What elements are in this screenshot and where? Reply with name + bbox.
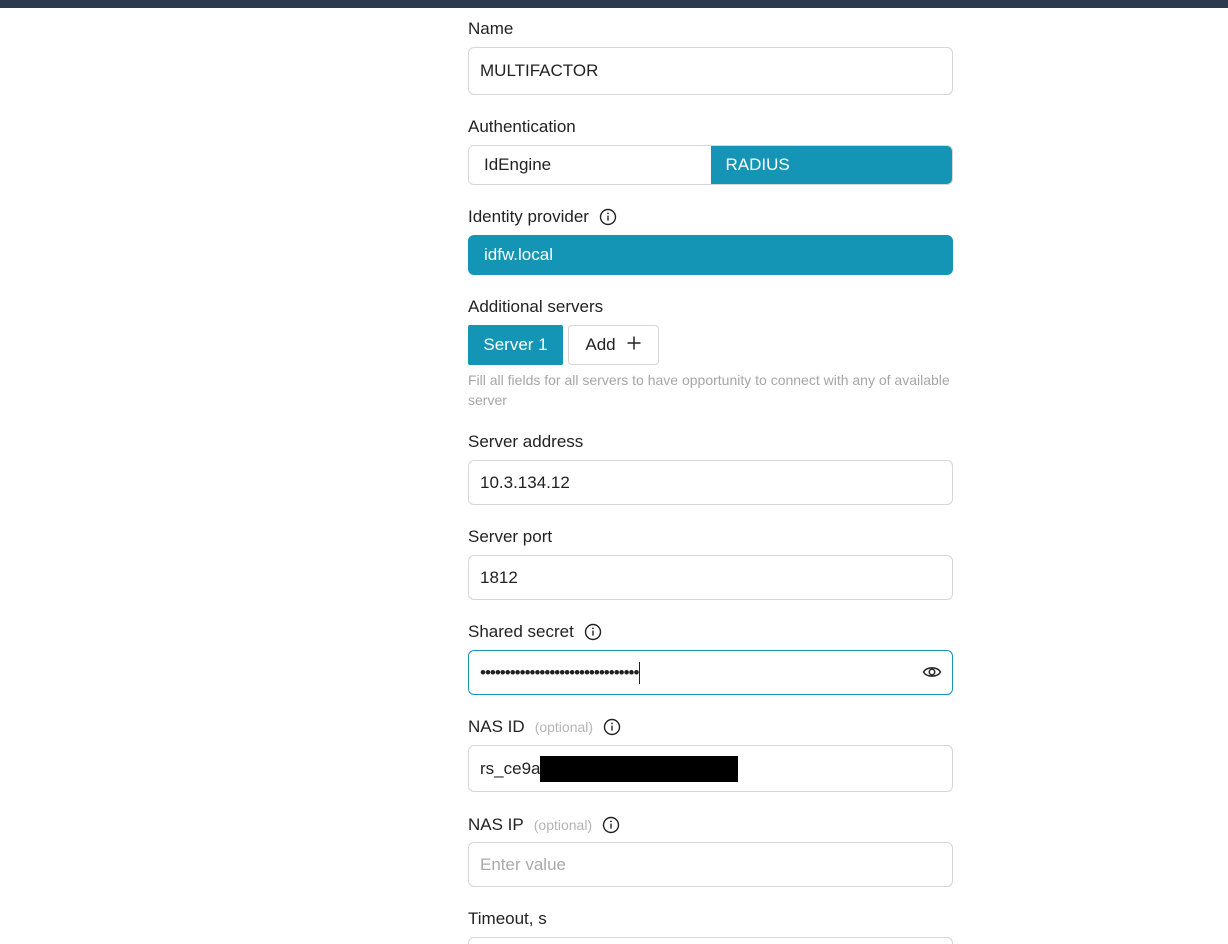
info-icon[interactable] [599,208,617,226]
server-address-input[interactable]: 10.3.134.12 [468,460,953,505]
timeout-label: Timeout, s [468,909,547,928]
shared-secret-label: Shared secret [468,622,602,642]
server-port-input[interactable]: 1812 [468,555,953,600]
server-tab-1[interactable]: Server 1 [468,325,563,365]
nas-id-input[interactable]: rs_ce9a [468,745,953,792]
server-port-label: Server port [468,527,553,546]
authentication-label: Authentication [468,117,576,136]
info-icon[interactable] [602,816,620,834]
timeout-input[interactable] [468,937,953,944]
identity-provider-select[interactable]: idfw.local [468,235,953,275]
server-address-label: Server address [468,432,584,451]
identity-provider-label: Identity provider [468,207,617,227]
top-bar [0,0,1228,8]
nas-ip-input[interactable]: Enter value [468,842,953,887]
eye-icon[interactable] [922,662,942,682]
name-label: Name [468,19,514,38]
nas-id-label: NAS ID (optional) [468,717,621,737]
info-icon[interactable] [584,623,602,641]
servers-hint: Fill all fields for all servers to have … [468,372,950,408]
redaction-block [540,755,739,782]
add-server-button[interactable]: Add [568,325,659,365]
plus-icon [626,335,642,356]
authentication-toggle: IdEngine RADIUS [468,145,953,185]
info-icon[interactable] [603,718,621,736]
text-caret [639,661,641,684]
nas-ip-label: NAS IP (optional) [468,815,620,835]
auth-option-idengine[interactable]: IdEngine [469,146,711,184]
auth-option-radius[interactable]: RADIUS [710,146,952,184]
additional-servers-label: Additional servers [468,297,604,316]
shared-secret-input[interactable]: •••••••••••••••••••••••••••••••• [468,650,953,695]
name-input[interactable]: MULTIFACTOR [468,47,953,95]
